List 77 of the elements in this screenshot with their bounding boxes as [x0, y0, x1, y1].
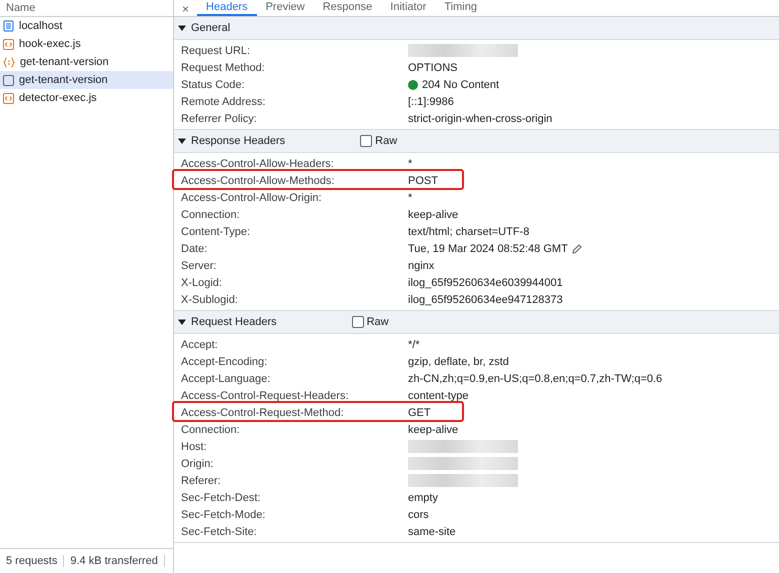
tab[interactable]: Response	[314, 0, 382, 16]
header-name: Content-Type:	[181, 226, 252, 238]
section-title: Request Headers	[191, 316, 277, 328]
header-value: */*	[408, 338, 420, 350]
request-item[interactable]: hook-exec.js	[0, 35, 173, 53]
section-header[interactable]: General	[174, 17, 779, 40]
tab[interactable]: Timing	[435, 0, 486, 16]
pencil-icon[interactable]	[572, 244, 582, 254]
header-name: Sec-Fetch-Mode:	[181, 508, 266, 520]
header-name: Connection:	[181, 208, 241, 220]
raw-checkbox[interactable]	[360, 135, 372, 147]
header-value: same-site	[408, 526, 456, 538]
header-name: Accept:	[181, 338, 219, 350]
header-value: gzip, deflate, br, zstd	[408, 356, 509, 368]
header-value: ilog_65f95260634ee947128373	[408, 294, 563, 306]
raw-label: Raw	[366, 316, 389, 328]
header-value: ilog_65f95260634e6039944001	[408, 276, 563, 288]
tab[interactable]: Preview	[256, 0, 314, 16]
header-value: keep-alive	[408, 424, 458, 436]
header-name: Request Method:	[181, 62, 266, 74]
script-icon	[3, 38, 14, 50]
header-name: X-Logid:	[181, 276, 223, 288]
header-value: text/html; charset=UTF-8	[408, 226, 530, 238]
header-value: content-type	[408, 390, 469, 402]
section-title: General	[191, 22, 230, 34]
request-item[interactable]: get-tenant-version	[0, 71, 173, 89]
header-name: Accept-Encoding:	[181, 356, 268, 368]
header-name: Access-Control-Allow-Methods:	[181, 174, 336, 186]
header-value: strict-origin-when-cross-origin	[408, 112, 552, 124]
section-title: Response Headers	[191, 135, 286, 147]
header-name: Host:	[181, 440, 208, 452]
header-value: [::1]:9986	[408, 96, 454, 108]
header-name: Sec-Fetch-Site:	[181, 526, 258, 538]
header-value: OPTIONS	[408, 62, 458, 74]
header-name: Origin:	[181, 458, 214, 470]
request-item[interactable]: get-tenant-version	[0, 53, 173, 71]
header-value: *	[408, 158, 412, 170]
square-icon	[3, 74, 14, 86]
header-name: Accept-Language:	[181, 372, 272, 384]
header-name: Server:	[181, 260, 218, 272]
section-header[interactable]: Request Headers Raw	[174, 311, 779, 334]
header-name: X-Sublogid:	[181, 294, 239, 306]
braces-icon	[3, 56, 15, 68]
header-name: Referrer Policy:	[181, 112, 258, 124]
header-name: Access-Control-Request-Headers:	[181, 390, 350, 402]
header-name: Remote Address:	[181, 96, 266, 108]
header-value: Tue, 19 Mar 2024 08:52:48 GMT	[408, 242, 568, 254]
request-item[interactable]: detector-exec.js	[0, 89, 173, 107]
header-name: Date:	[181, 242, 208, 254]
status-text: 9.4 kB transferred	[64, 555, 165, 567]
script-icon	[3, 92, 14, 104]
header-value: GET	[408, 406, 431, 418]
close-button[interactable]: ×	[174, 2, 198, 16]
header-value: empty	[408, 492, 438, 504]
raw-checkbox[interactable]	[352, 316, 364, 328]
header-value: zh-CN,zh;q=0.9,en-US;q=0.8,en;q=0.7,zh-TW;q=0.6	[408, 372, 662, 384]
header-value: POST	[408, 174, 438, 186]
header-name: Access-Control-Request-Method:	[181, 406, 345, 418]
header-name: Connection:	[181, 424, 241, 436]
header-name: Request URL:	[181, 44, 252, 56]
header-value: keep-alive	[408, 208, 458, 220]
header-name: Sec-Fetch-Dest:	[181, 492, 262, 504]
tab[interactable]: Initiator	[381, 0, 436, 16]
request-item[interactable]: localhost	[0, 17, 173, 35]
header-name: Referer:	[181, 474, 222, 486]
header-value: cors	[408, 508, 429, 520]
raw-label: Raw	[375, 135, 398, 147]
header-name: Status Code:	[181, 78, 246, 90]
header-value: nginx	[408, 260, 434, 272]
header-value: *	[408, 192, 412, 204]
document-icon	[3, 20, 14, 32]
status-text: 5 requests	[0, 555, 64, 567]
header-value: 204 No Content	[422, 78, 500, 90]
header-name: Access-Control-Allow-Origin:	[181, 192, 323, 204]
section-header[interactable]: Response Headers Raw	[174, 130, 779, 153]
column-header[interactable]: Name	[0, 0, 173, 17]
header-name: Access-Control-Allow-Headers:	[181, 158, 335, 170]
